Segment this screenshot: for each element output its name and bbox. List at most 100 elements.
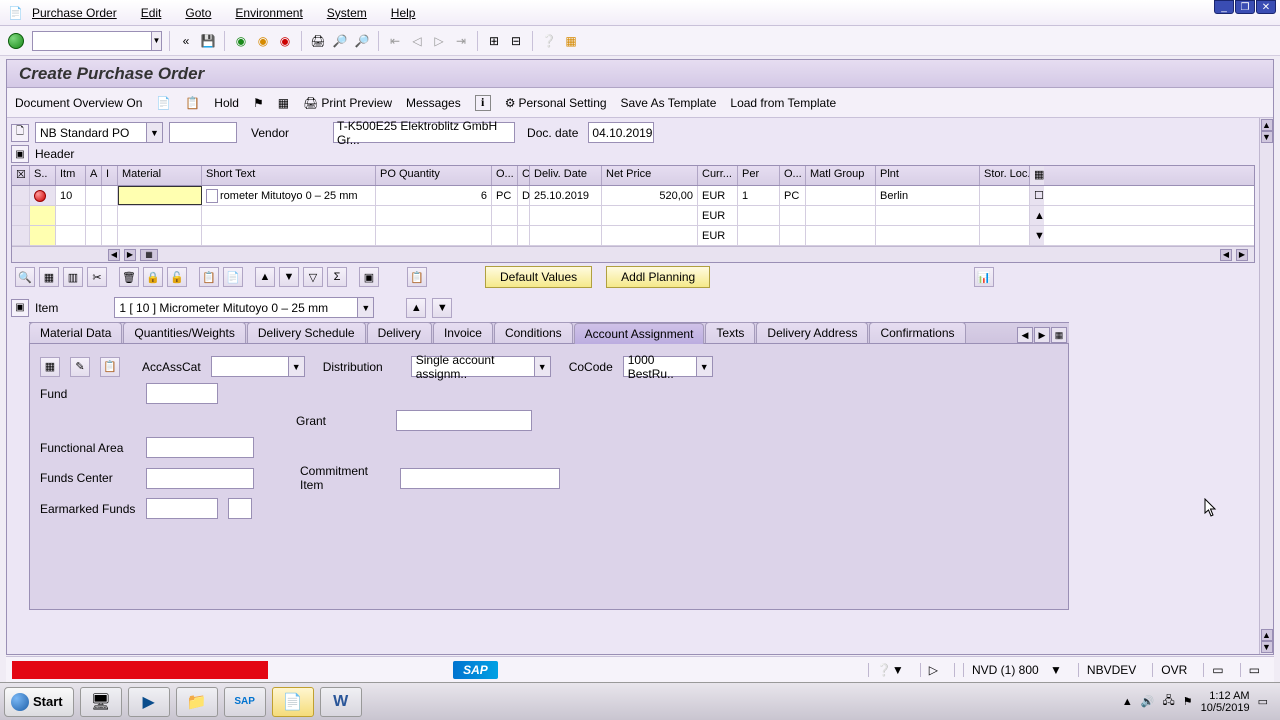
hold-button[interactable]: Hold — [214, 96, 239, 110]
col-matl-group[interactable]: Matl Group — [806, 166, 876, 185]
header-expand-icon[interactable]: ▣ — [11, 145, 29, 163]
col-stor-loc[interactable]: Stor. Loc. — [980, 166, 1030, 185]
tab-material-data[interactable]: Material Data — [29, 322, 122, 343]
fundscenter-input[interactable] — [146, 468, 254, 489]
layout-icon[interactable]: ▦ — [562, 32, 580, 50]
tray-show-hidden-icon[interactable]: ▲ — [1122, 696, 1133, 708]
menu-purchase-order[interactable]: Purchase Order — [32, 6, 117, 20]
sort-asc-icon[interactable]: ▲ — [255, 267, 275, 287]
funcarea-input[interactable] — [146, 437, 254, 458]
maximize-button[interactable]: ❐ — [1235, 0, 1255, 14]
col-material[interactable]: Material — [118, 166, 202, 185]
tab-account-assignment[interactable]: Account Assignment — [574, 323, 705, 344]
col-select[interactable]: ☒ — [12, 166, 30, 185]
back2-icon[interactable]: ◉ — [232, 32, 250, 50]
item-collapse-icon[interactable]: ▣ — [11, 299, 29, 317]
col-config-icon[interactable]: ▦ — [1030, 166, 1044, 185]
material-input[interactable] — [118, 186, 202, 205]
check-icon[interactable]: ⚑ — [253, 96, 264, 110]
item-select[interactable]: 1 [ 10 ] Micrometer Mitutoyo 0 – 25 mm — [114, 297, 358, 318]
tray-flag-icon[interactable]: ⚑ — [1183, 695, 1193, 708]
menu-system[interactable]: System — [327, 6, 367, 20]
lock-icon[interactable]: 🔒 — [143, 267, 163, 287]
col-opu[interactable]: O... — [780, 166, 806, 185]
tab-list-icon[interactable]: ▦ — [1051, 327, 1067, 343]
col-c[interactable]: C — [518, 166, 530, 185]
last-page-icon[interactable]: ⇥ — [452, 32, 470, 50]
find-next-icon[interactable]: 🔎 — [353, 32, 371, 50]
sort-desc-icon[interactable]: ▼ — [279, 267, 299, 287]
col-curr[interactable]: Curr... — [698, 166, 738, 185]
other-po-icon[interactable]: 📋 — [185, 96, 200, 110]
create-icon[interactable]: 📄 — [156, 96, 171, 110]
menu-edit[interactable]: Edit — [141, 6, 162, 20]
commitment-input[interactable] — [400, 468, 560, 489]
col-deliv-date[interactable]: Deliv. Date — [530, 166, 602, 185]
env-icon[interactable]: ▦ — [278, 96, 289, 110]
menu-environment[interactable]: Environment — [235, 6, 302, 20]
paste-icon[interactable]: 📄 — [223, 267, 243, 287]
cocode-select[interactable]: 1000 BestRu.. — [623, 356, 697, 377]
tb-powershell[interactable]: ▶ — [128, 687, 170, 717]
doc-type-select[interactable]: NB Standard PO — [35, 122, 147, 143]
distribution-select[interactable]: Single account assignm.. — [411, 356, 535, 377]
f4-icon[interactable] — [206, 189, 218, 203]
aa-edit-icon[interactable]: ✎ — [70, 357, 90, 377]
tab-scroll-left-icon[interactable]: ◀ — [1017, 327, 1033, 343]
exit-icon[interactable]: ◉ — [254, 32, 272, 50]
select-all-icon[interactable]: ▦ — [39, 267, 59, 287]
status-icon2[interactable]: ▭ — [1240, 663, 1268, 677]
tab-delivery-schedule[interactable]: Delivery Schedule — [247, 322, 366, 343]
col-net-price[interactable]: Net Price — [602, 166, 698, 185]
col-per[interactable]: Per — [738, 166, 780, 185]
status-nav-icon[interactable]: ▷ — [920, 663, 946, 677]
grid-h-scroll[interactable]: ◀▶▦ ◀▶ — [12, 246, 1254, 262]
col-status[interactable]: S.. — [30, 166, 56, 185]
menu-goto[interactable]: Goto — [185, 6, 211, 20]
first-page-icon[interactable]: ⇤ — [386, 32, 404, 50]
back-icon[interactable]: « — [177, 32, 195, 50]
table-row[interactable]: 10 rometer Mitutoyo 0 – 25 mm 6 PC D 25.… — [12, 186, 1254, 206]
col-itm[interactable]: Itm — [56, 166, 86, 185]
save-template-button[interactable]: Save As Template — [621, 96, 717, 110]
prev-page-icon[interactable]: ◁ — [408, 32, 426, 50]
po-number-input[interactable] — [169, 122, 237, 143]
tab-confirmations[interactable]: Confirmations — [869, 322, 965, 343]
table-row[interactable]: EUR ▼ — [12, 226, 1254, 246]
earmarked-input[interactable] — [146, 498, 218, 519]
header-collapse-icon[interactable]: 🗋 — [11, 124, 29, 142]
earmarked-item-input[interactable] — [228, 498, 252, 519]
tb-explorer[interactable]: 🖥 — [80, 687, 122, 717]
enter-icon[interactable] — [8, 33, 24, 49]
col-a[interactable]: A — [86, 166, 102, 185]
expand-icon[interactable]: ▣ — [359, 267, 379, 287]
load-template-button[interactable]: Load from Template — [730, 96, 836, 110]
tray-volume-icon[interactable]: 🔊 — [1141, 695, 1155, 708]
col-oun[interactable]: O... — [492, 166, 518, 185]
status-help-icon[interactable]: ❔▼ — [868, 663, 912, 677]
vendor-input[interactable]: T-K500E25 Elektroblitz GmbH Gr... — [333, 122, 515, 143]
command-dd[interactable]: ▼ — [152, 31, 162, 51]
status-icon1[interactable]: ▭ — [1203, 663, 1231, 677]
close-button[interactable]: ✕ — [1256, 0, 1276, 14]
print-icon[interactable]: 🖨 — [309, 32, 327, 50]
tab-conditions[interactable]: Conditions — [494, 322, 573, 343]
cancel-icon[interactable]: ◉ — [276, 32, 294, 50]
aa-display-icon[interactable]: ▦ — [40, 357, 60, 377]
doc-overview-button[interactable]: Document Overview On — [15, 96, 142, 110]
tab-quantities[interactable]: Quantities/Weights — [123, 322, 246, 343]
next-page-icon[interactable]: ▷ — [430, 32, 448, 50]
tab-texts[interactable]: Texts — [705, 322, 755, 343]
accasscat-select[interactable] — [211, 356, 289, 377]
tab-invoice[interactable]: Invoice — [433, 322, 493, 343]
doc-type-dd[interactable]: ▼ — [147, 122, 163, 143]
detail-icon[interactable]: 🔍 — [15, 267, 35, 287]
sum-icon[interactable]: Σ — [327, 267, 347, 287]
info-icon[interactable]: i — [475, 95, 491, 111]
tab-delivery[interactable]: Delivery — [367, 322, 432, 343]
menu-help[interactable]: Help — [391, 6, 416, 20]
unlock-icon[interactable]: 🔓 — [167, 267, 187, 287]
col-short-text[interactable]: Short Text — [202, 166, 376, 185]
copy-icon[interactable]: 📋 — [199, 267, 219, 287]
tb-sap[interactable]: SAP — [224, 687, 266, 717]
